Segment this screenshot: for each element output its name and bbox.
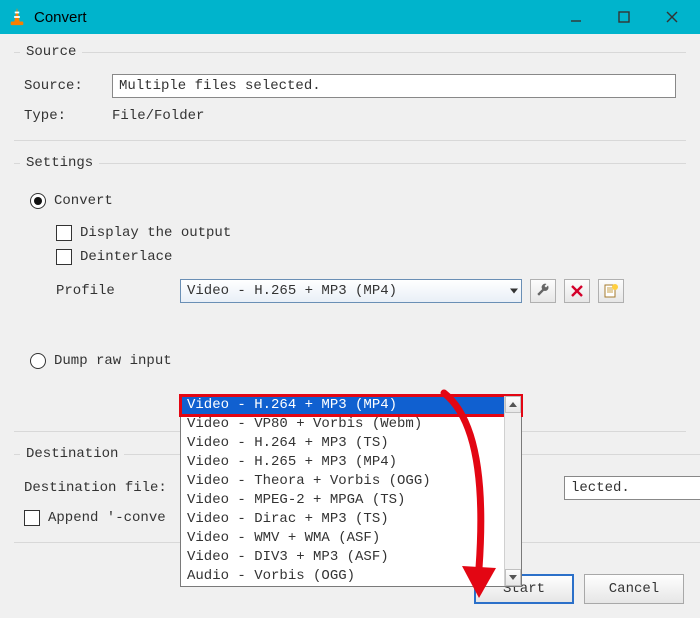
dropdown-item[interactable]: Audio - Vorbis (OGG) <box>181 567 521 586</box>
destination-legend: Destination <box>20 446 124 462</box>
title-bar: Convert <box>0 0 700 34</box>
profile-selected-value: Video - H.265 + MP3 (MP4) <box>187 283 397 299</box>
new-profile-icon <box>603 283 619 299</box>
convert-radio-label: Convert <box>54 193 113 209</box>
scroll-down-button[interactable] <box>505 569 521 586</box>
dropdown-item[interactable]: Video - H.264 + MP3 (MP4) <box>181 396 521 415</box>
append-checkbox[interactable] <box>24 510 40 526</box>
source-group: Source Source: Type: File/Folder <box>14 44 686 141</box>
dropdown-item[interactable]: Video - DIV3 + MP3 (ASF) <box>181 548 521 567</box>
new-profile-button[interactable] <box>598 279 624 303</box>
dropdown-item[interactable]: Video - WMV + WMA (ASF) <box>181 529 521 548</box>
dropdown-scrollbar[interactable] <box>504 396 521 586</box>
wrench-icon <box>535 283 551 299</box>
window-title: Convert <box>34 9 87 26</box>
profile-combobox[interactable]: Video - H.265 + MP3 (MP4) <box>180 279 522 303</box>
source-input[interactable] <box>112 74 676 98</box>
dropdown-item[interactable]: Video - H.265 + MP3 (MP4) <box>181 453 521 472</box>
dialog-content: Source Source: Type: File/Folder Setting… <box>0 34 700 618</box>
delete-profile-button[interactable] <box>564 279 590 303</box>
deinterlace-checkbox[interactable] <box>56 249 72 265</box>
type-value: File/Folder <box>112 108 204 124</box>
close-button[interactable] <box>648 0 696 34</box>
settings-legend: Settings <box>20 155 99 171</box>
append-label: Append '-conve <box>48 510 166 526</box>
convert-radio[interactable] <box>30 193 46 209</box>
vlc-cone-icon <box>8 7 26 27</box>
minimize-button[interactable] <box>552 0 600 34</box>
deinterlace-label: Deinterlace <box>80 249 172 265</box>
dump-raw-label: Dump raw input <box>54 353 172 369</box>
delete-icon <box>570 284 584 298</box>
edit-profile-button[interactable] <box>530 279 556 303</box>
chevron-down-icon <box>510 289 518 294</box>
destination-file-input[interactable] <box>564 476 700 500</box>
cancel-button[interactable]: Cancel <box>584 574 684 604</box>
dropdown-item[interactable]: Video - MPEG-2 + MPGA (TS) <box>181 491 521 510</box>
display-output-label: Display the output <box>80 225 231 241</box>
source-legend: Source <box>20 44 82 60</box>
dropdown-item[interactable]: Video - Theora + Vorbis (OGG) <box>181 472 521 491</box>
window-controls <box>552 0 696 34</box>
dropdown-item[interactable]: Video - H.264 + MP3 (TS) <box>181 434 521 453</box>
profile-label: Profile <box>30 283 180 299</box>
dropdown-item[interactable]: Video - VP80 + Vorbis (Webm) <box>181 415 521 434</box>
profile-dropdown-list[interactable]: Video - H.264 + MP3 (MP4) Video - VP80 +… <box>180 395 522 587</box>
type-label: Type: <box>24 108 112 124</box>
display-output-checkbox[interactable] <box>56 225 72 241</box>
maximize-button[interactable] <box>600 0 648 34</box>
dropdown-item[interactable]: Video - Dirac + MP3 (TS) <box>181 510 521 529</box>
scroll-up-button[interactable] <box>505 396 521 413</box>
destination-file-label: Destination file: <box>24 480 194 496</box>
dump-raw-radio[interactable] <box>30 353 46 369</box>
settings-group: Settings Convert Display the output Dein… <box>14 155 686 432</box>
source-label: Source: <box>24 78 112 94</box>
